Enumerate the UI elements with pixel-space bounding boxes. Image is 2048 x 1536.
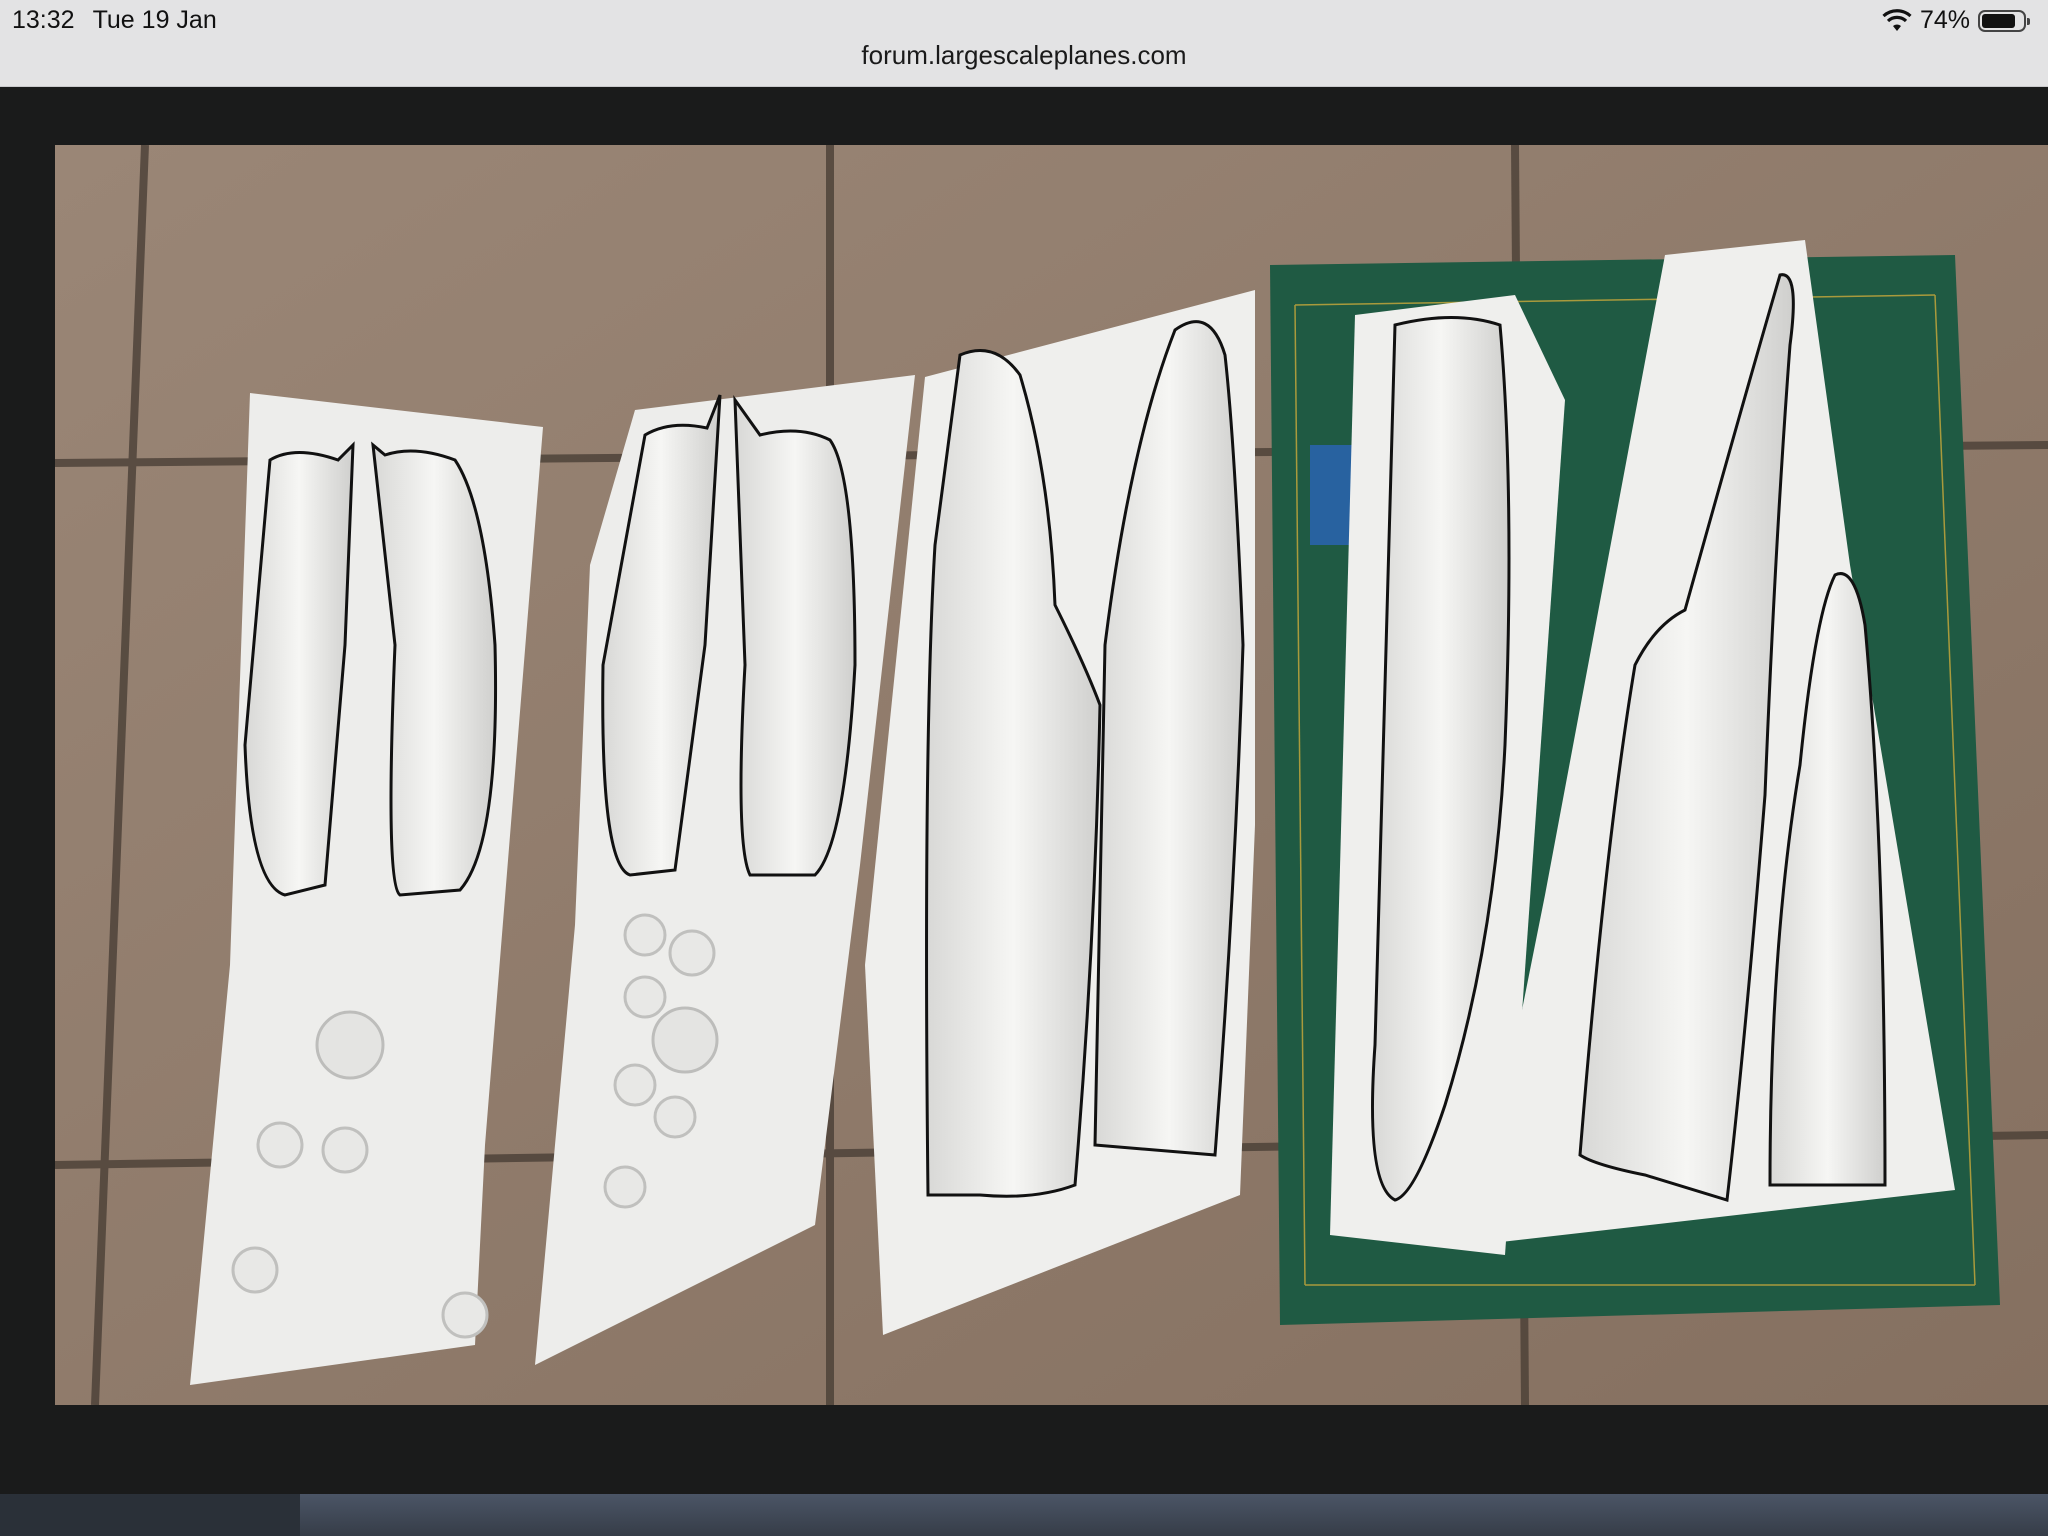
battery-icon xyxy=(1978,9,2030,32)
status-time: 13:32 xyxy=(12,6,75,34)
page-bottom-strip xyxy=(0,1494,2048,1536)
battery-percent: 74% xyxy=(1919,6,1970,34)
forum-photo xyxy=(55,145,2048,1405)
status-date: Tue 19 Jan xyxy=(92,6,217,34)
safari-top-bar: 13:32 Tue 19 Jan 74% forum.largescaleplan… xyxy=(0,0,2048,87)
address-bar-url[interactable]: forum.largescaleplanes.com xyxy=(0,40,2048,71)
status-time-date: 13:32 Tue 19 Jan xyxy=(12,6,217,35)
wifi-icon xyxy=(1882,8,1912,31)
vacuum-formed-parts-photo xyxy=(55,145,2048,1405)
status-right: 74% xyxy=(1882,6,2030,35)
